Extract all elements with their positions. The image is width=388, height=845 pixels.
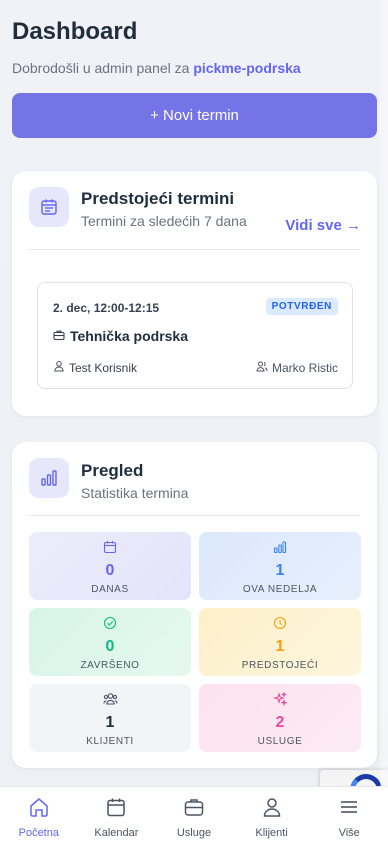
divider — [29, 515, 360, 516]
stat-today[interactable]: 0 DANAS — [29, 532, 191, 600]
stat-week[interactable]: 1 OVA NEDELJA — [199, 532, 361, 600]
user-icon — [53, 360, 65, 375]
stat-services[interactable]: 2 USLUGE — [199, 684, 361, 752]
stat-label: PREDSTOJEĆI — [241, 660, 319, 671]
nav-label: Više — [338, 827, 360, 839]
appointment-client: Test Korisnik — [53, 360, 137, 375]
calendar-icon — [105, 796, 127, 823]
overview-card: Pregled Statistika termina 0 DANAS 1 OVA… — [12, 442, 377, 768]
stat-clients[interactable]: 1 KLIJENTI — [29, 684, 191, 752]
nav-item-more[interactable]: Više — [310, 787, 388, 845]
bar-chart-icon — [29, 458, 69, 498]
dashboard-page: Dashboard Dobrodošli u admin panel za pi… — [0, 0, 388, 845]
users-icon — [256, 360, 268, 375]
stat-value: 0 — [105, 562, 115, 579]
welcome-label: Dobrodošli u admin panel za — [12, 60, 190, 76]
stat-value: 1 — [275, 638, 285, 655]
stat-value: 0 — [105, 638, 115, 655]
overview-subtitle: Statistika termina — [81, 485, 189, 501]
appointment-item[interactable]: 2. dec, 12:00-12:15 POTVRĐEN Tehnička po… — [37, 282, 353, 389]
nav-item-services[interactable]: Usluge — [155, 787, 233, 845]
staff-name: Marko Ristic — [271, 360, 338, 375]
appointment-staff: Marko Ristic — [256, 360, 338, 375]
nav-label: Kalendar — [94, 827, 139, 839]
nav-label: Usluge — [176, 827, 212, 839]
briefcase-icon — [183, 796, 205, 823]
menu-icon — [338, 796, 360, 823]
users-icon — [102, 692, 118, 711]
stat-label: ZAVRŠENO — [80, 660, 140, 671]
upcoming-subtitle: Termini za sledećih 7 dana — [81, 213, 247, 229]
appointment-service: Tehnička podrska — [53, 328, 188, 344]
calendar-icon — [103, 540, 117, 559]
nav-label: Klijenti — [255, 827, 288, 839]
nav-item-home[interactable]: Početna — [0, 787, 78, 845]
briefcase-icon — [53, 328, 65, 344]
calendar-icon — [29, 187, 69, 227]
service-name: Tehnička podrska — [70, 328, 189, 344]
stat-label: DANAS — [91, 584, 129, 595]
welcome-text: Dobrodošli u admin panel za pickme-podrs… — [12, 60, 301, 76]
sparkles-icon — [273, 691, 288, 711]
nav-item-clients[interactable]: Klijenti — [233, 787, 311, 845]
status-badge: POTVRĐEN — [265, 298, 338, 315]
bottom-nav: Početna Kalendar Usluge Klijenti Više — [0, 786, 388, 845]
user-icon — [261, 796, 283, 823]
overview-title: Pregled — [81, 461, 144, 480]
upcoming-card: Predstojeći termini Termini za sledećih … — [12, 171, 377, 416]
stat-label: KLIJENTI — [86, 736, 134, 747]
bar-chart-icon — [273, 540, 287, 559]
stat-label: USLUGE — [257, 736, 303, 747]
check-circle-icon — [103, 616, 117, 635]
stat-value: 1 — [105, 714, 115, 731]
stat-value: 2 — [275, 714, 285, 731]
home-icon — [28, 796, 50, 823]
appointment-datetime: 2. dec, 12:00-12:15 — [53, 301, 160, 315]
nav-item-calendar[interactable]: Kalendar — [78, 787, 156, 845]
stat-upcoming[interactable]: 1 PREDSTOJEĆI — [199, 608, 361, 676]
org-name: pickme-podrska — [193, 60, 301, 76]
client-name: Test Korisnik — [69, 360, 138, 375]
see-all-link[interactable]: Vidi sve → — [285, 217, 361, 234]
stat-label: OVA NEDELJA — [242, 584, 318, 595]
upcoming-title: Predstojeći termini — [81, 189, 235, 208]
page-title: Dashboard — [12, 18, 138, 45]
new-appointment-button[interactable]: + Novi termin — [12, 93, 377, 138]
divider — [29, 249, 360, 250]
nav-label: Početna — [18, 827, 59, 839]
stat-completed[interactable]: 0 ZAVRŠENO — [29, 608, 191, 676]
scrollbar[interactable] — [380, 0, 388, 845]
stat-value: 1 — [275, 562, 285, 579]
clock-icon — [273, 616, 287, 635]
